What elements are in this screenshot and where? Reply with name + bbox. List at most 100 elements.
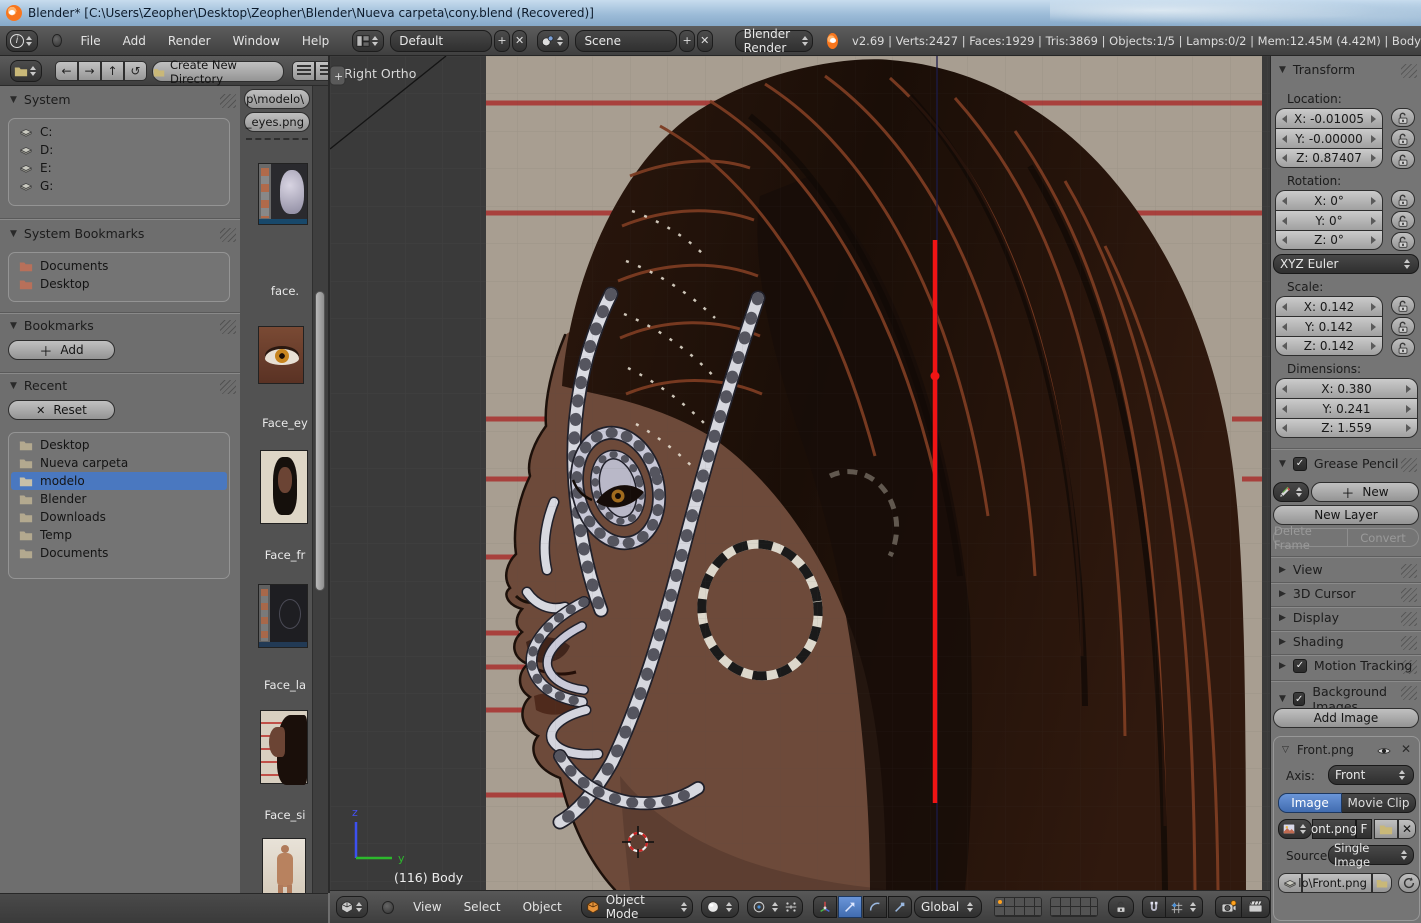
scale-x-field[interactable]: X: 0.142 (1275, 296, 1383, 316)
recent-item[interactable]: Nueva carpeta (11, 454, 227, 472)
add-image-button[interactable]: Add Image (1273, 708, 1419, 728)
layout-add-button[interactable]: + (494, 30, 510, 52)
bookmark-documents[interactable]: Documents (11, 257, 227, 275)
view-shortlist-button[interactable] (292, 61, 315, 81)
movie-clip-tab[interactable]: Movie Clip (1342, 793, 1416, 813)
recent-item[interactable]: Documents (11, 544, 227, 562)
drive-g[interactable]: G: (11, 177, 227, 195)
layers-grid-1[interactable] (994, 897, 1042, 917)
menu-select[interactable]: Select (453, 900, 512, 914)
lock-location-x-button[interactable] (1391, 108, 1415, 127)
shading-panel-header[interactable]: ▶Shading (1279, 634, 1344, 649)
forward-button[interactable]: → (78, 61, 101, 81)
menu-help[interactable]: Help (291, 34, 340, 48)
recent-item[interactable]: Temp (11, 526, 227, 544)
scale-y-field[interactable]: Y: 0.142 (1275, 316, 1383, 336)
image-name-field[interactable]: ont.png (1312, 819, 1356, 839)
bookmarks-panel-header[interactable]: ▼Bookmarks (10, 318, 94, 333)
lock-scale-z-button[interactable] (1391, 338, 1415, 357)
collapse-menus-toggle[interactable] (382, 901, 394, 914)
scene-icon-dropdown[interactable] (537, 30, 569, 52)
cursor3d-panel-header[interactable]: ▶3D Cursor (1279, 586, 1356, 601)
image-tab[interactable]: Image (1278, 793, 1342, 813)
opengl-render-anim-button[interactable] (1242, 896, 1270, 918)
dimensions-z-field[interactable]: Z: 1.559 (1275, 418, 1418, 438)
fake-user-button[interactable]: F (1356, 819, 1372, 839)
motion-tracking-checkbox[interactable]: ✓ (1293, 659, 1307, 673)
rotation-y-field[interactable]: Y: 0° (1275, 210, 1383, 230)
opengl-render-button[interactable] (1215, 896, 1243, 918)
source-dropdown[interactable]: Single Image (1328, 845, 1414, 865)
location-y-field[interactable]: Y: -0.00000 (1275, 128, 1383, 148)
file-thumbnail-side[interactable] (260, 710, 308, 784)
scene-field[interactable]: Scene (575, 30, 677, 52)
back-button[interactable]: ← (55, 61, 78, 81)
location-x-field[interactable]: X: -0.01005 (1275, 108, 1383, 128)
bg-image-header[interactable]: ▽ Front.png (1282, 743, 1354, 757)
recent-panel-header[interactable]: ▼Recent (10, 378, 67, 393)
file-thumbnail-face[interactable] (258, 163, 308, 225)
menu-object[interactable]: Object (512, 900, 573, 914)
collapse-menus-toggle[interactable] (52, 34, 62, 47)
rotation-mode-dropdown[interactable]: XYZ Euler (1273, 254, 1419, 274)
manipulator-rotate-button[interactable] (863, 896, 887, 918)
delete-frame-button[interactable]: Delete Frame (1273, 528, 1348, 547)
directory-path-field[interactable]: p\modelo\ (244, 89, 310, 109)
rotation-x-field[interactable]: X: 0° (1275, 190, 1383, 210)
snap-element-dropdown[interactable] (1166, 896, 1203, 918)
system-panel-header[interactable]: ▼System (10, 92, 71, 107)
open-image-button[interactable] (1374, 819, 1398, 839)
viewport-shading-dropdown[interactable] (701, 896, 739, 918)
create-directory-button[interactable]: Create New Directory (152, 61, 284, 82)
screen-layout-icon-dropdown[interactable] (352, 30, 384, 52)
menu-render[interactable]: Render (157, 34, 222, 48)
drive-c[interactable]: C: (11, 123, 227, 141)
lock-scale-y-button[interactable] (1391, 317, 1415, 336)
recent-reset-button[interactable]: ✕Reset (8, 400, 115, 420)
image-browse-dropdown[interactable] (1278, 819, 1312, 839)
scale-z-field[interactable]: Z: 0.142 (1275, 336, 1383, 356)
lock-rotation-x-button[interactable] (1391, 190, 1415, 209)
dimensions-y-field[interactable]: Y: 0.241 (1275, 398, 1418, 418)
grease-pencil-source-dropdown[interactable] (1273, 482, 1309, 502)
drive-e[interactable]: E: (11, 159, 227, 177)
filename-field[interactable]: _eyes.png (244, 112, 310, 132)
reload-image-button[interactable] (1398, 873, 1420, 893)
lock-scale-x-button[interactable] (1391, 296, 1415, 315)
new-layer-button[interactable]: New Layer (1273, 505, 1419, 525)
transform-orientation-dropdown[interactable]: Global (914, 896, 982, 918)
recent-item[interactable]: Blender (11, 490, 227, 508)
scene-add-button[interactable]: + (679, 30, 695, 52)
recent-item[interactable]: Desktop (11, 436, 227, 454)
background-images-checkbox[interactable]: ✓ (1293, 692, 1305, 706)
manipulator-toggle-button[interactable] (813, 896, 837, 918)
grease-pencil-checkbox[interactable]: ✓ (1293, 457, 1307, 471)
bookmark-desktop[interactable]: Desktop (11, 275, 227, 293)
dimensions-x-field[interactable]: X: 0.380 (1275, 378, 1418, 398)
scrollbar-thumb[interactable] (315, 291, 325, 591)
browse-path-button[interactable] (1372, 873, 1392, 893)
editor-type-file-dropdown[interactable] (10, 60, 42, 82)
unlink-image-button[interactable]: ✕ (1398, 819, 1416, 839)
bookmark-add-button[interactable]: ＋Add (8, 340, 115, 360)
file-thumbnail-eye[interactable] (258, 326, 304, 384)
recent-item[interactable]: Downloads (11, 508, 227, 526)
toolshelf-expand-tab[interactable]: + (330, 66, 345, 85)
rotation-z-field[interactable]: Z: 0° (1275, 230, 1383, 250)
render-engine-dropdown[interactable]: Blender Render (735, 30, 814, 52)
drive-d[interactable]: D: (11, 141, 227, 159)
system-bookmarks-header[interactable]: ▼System Bookmarks (10, 226, 144, 241)
recent-item-selected[interactable]: modelo (11, 472, 227, 490)
snap-magnet-button[interactable] (1142, 896, 1166, 918)
image-path-field[interactable]: lo\Front.png (1302, 873, 1372, 893)
scene-lock-button[interactable] (1108, 896, 1134, 918)
grease-pencil-panel-header[interactable]: ▼ ✓ Grease Pencil (1279, 456, 1399, 471)
layers-grid-2[interactable] (1050, 897, 1098, 917)
viewport-3d[interactable]: z y Right Ortho (116) Body + (330, 56, 1270, 890)
file-list-scrollbar[interactable] (312, 86, 328, 893)
lock-rotation-z-button[interactable] (1391, 232, 1415, 251)
location-z-field[interactable]: Z: 0.87407 (1275, 148, 1383, 168)
visibility-eye-icon[interactable] (1377, 744, 1391, 758)
screen-layout-field[interactable]: Default (390, 30, 492, 52)
refresh-button[interactable]: ↺ (124, 61, 147, 81)
